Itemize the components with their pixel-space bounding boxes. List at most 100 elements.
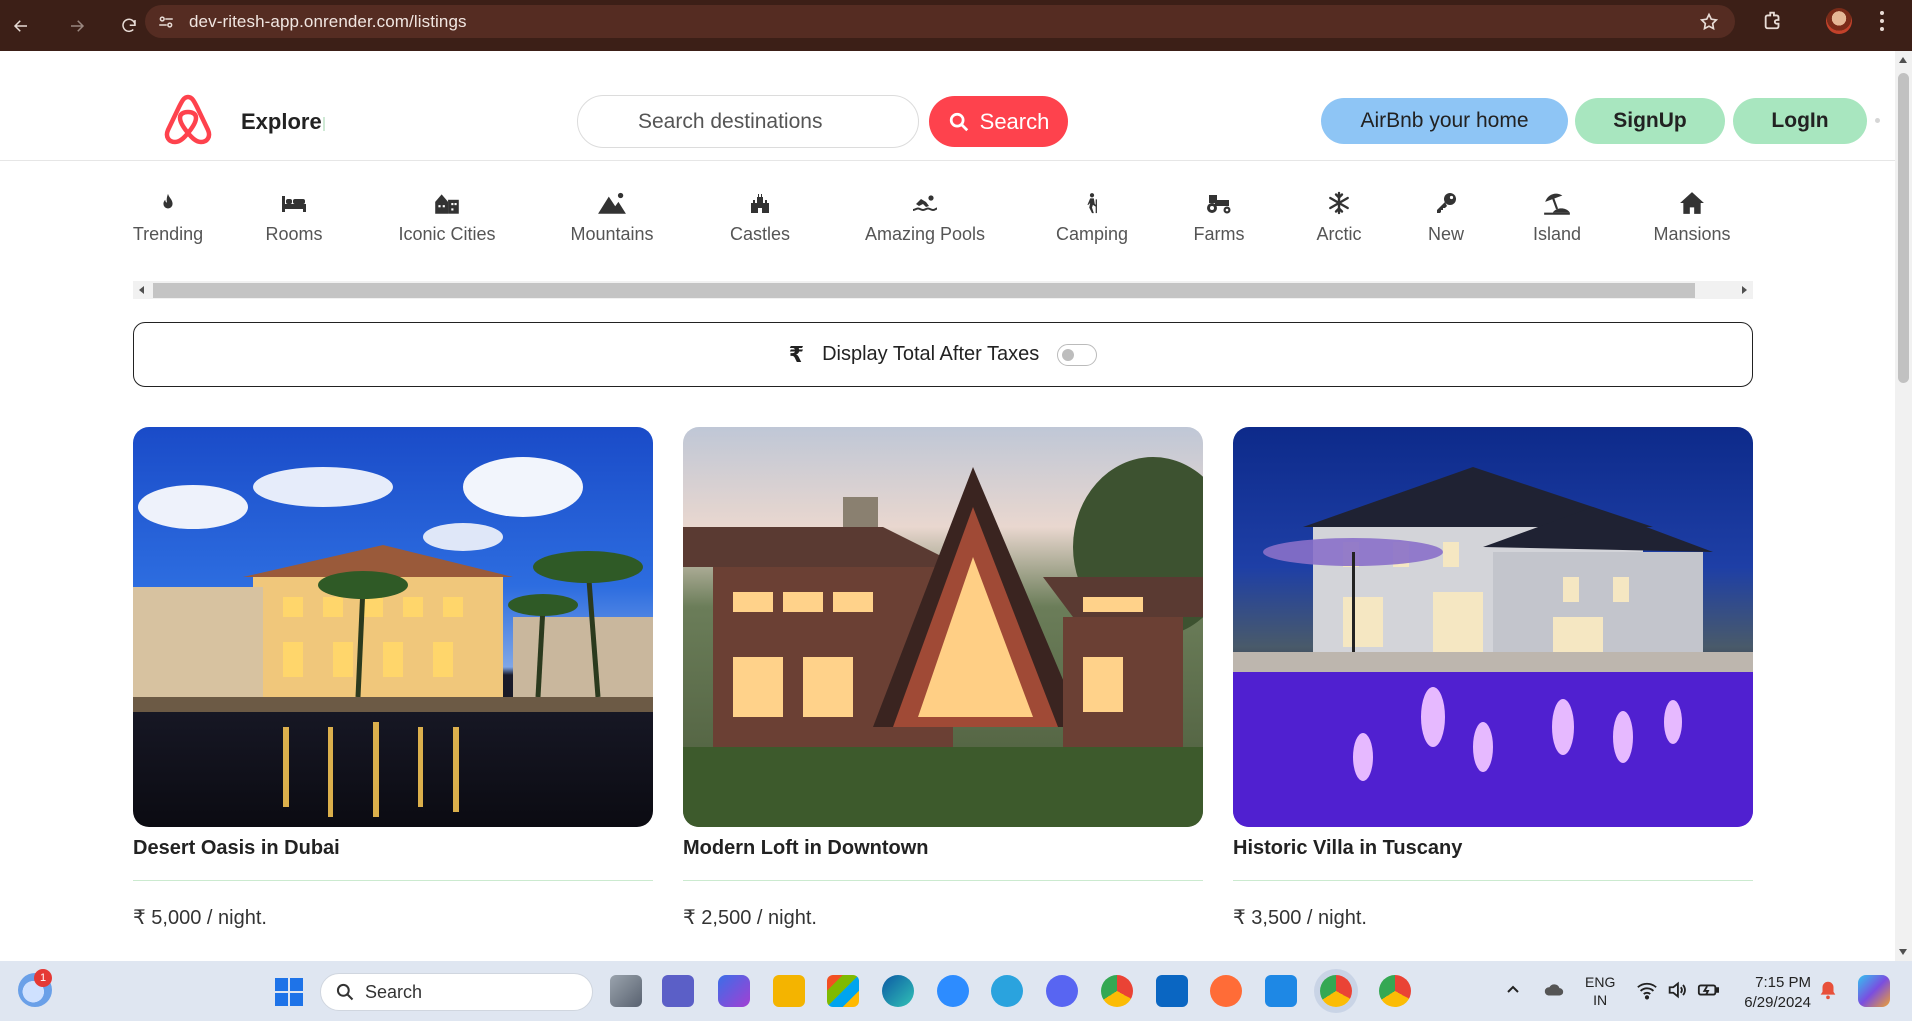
profile-avatar[interactable]	[1826, 8, 1852, 34]
system-clock[interactable]: 7:15 PM 6/29/2024	[1737, 973, 1811, 1013]
filter-label: Island	[1532, 224, 1582, 244]
scroll-up-arrow-icon[interactable]	[1899, 57, 1907, 63]
language-code: ENG	[1585, 974, 1616, 990]
listing-title[interactable]: Modern Loft in Downtown	[683, 837, 1203, 860]
battery-icon[interactable]	[1696, 979, 1720, 1001]
login-button[interactable]: LogIn	[1733, 98, 1867, 144]
scroll-right-arrow-icon[interactable]	[1742, 286, 1747, 294]
listing-title[interactable]: Desert Oasis in Dubai	[133, 837, 653, 860]
filter-label: New	[1427, 224, 1464, 244]
scroll-down-arrow-icon[interactable]	[1899, 949, 1907, 955]
listing-title[interactable]: Historic Villa in Tuscany	[1233, 837, 1753, 860]
zoom-icon[interactable]	[937, 975, 969, 1007]
filter-camping[interactable]: Camping	[1032, 178, 1152, 278]
filter-trending[interactable]: Trending	[112, 178, 224, 278]
filter-label: Amazing Pools	[864, 224, 986, 244]
listing-card[interactable]: Desert Oasis in Dubai ₹ 5,000 / night.	[133, 427, 653, 930]
filter-label: Camping	[1055, 224, 1129, 244]
card-divider	[133, 880, 653, 881]
city-icon	[432, 188, 462, 218]
page-vertical-scrollbar[interactable]	[1895, 51, 1912, 961]
filter-new[interactable]: New	[1406, 178, 1486, 278]
filter-label: Mansions	[1653, 224, 1731, 244]
chrome-active-icon[interactable]	[1320, 975, 1352, 1007]
filter-mansions[interactable]: Mansions	[1637, 178, 1747, 278]
filter-farms[interactable]: Farms	[1174, 178, 1264, 278]
hiker-icon	[1077, 188, 1107, 218]
filter-island[interactable]: Island	[1512, 178, 1602, 278]
microsoft-store-icon[interactable]	[827, 975, 859, 1007]
listing-image[interactable]	[1233, 427, 1753, 827]
teams-icon[interactable]	[662, 975, 694, 1007]
filter-label: Trending	[132, 224, 204, 244]
filter-arctic[interactable]: Arctic	[1294, 178, 1384, 278]
taskbar-search-box[interactable]: Search	[320, 973, 593, 1011]
listing-card[interactable]: Historic Villa in Tuscany ₹ 3,500 / nigh…	[1233, 427, 1753, 930]
explore-divider	[323, 117, 325, 131]
browser-menu-icon[interactable]	[1872, 9, 1892, 33]
signup-button[interactable]: SignUp	[1575, 98, 1725, 144]
filter-mountains[interactable]: Mountains	[552, 178, 672, 278]
postman-icon[interactable]	[1210, 975, 1242, 1007]
search-button[interactable]: Search	[929, 96, 1068, 147]
edge-icon[interactable]	[882, 975, 914, 1007]
wifi-icon[interactable]	[1636, 979, 1658, 1001]
bed-icon	[279, 188, 309, 218]
extensions-icon[interactable]	[1762, 9, 1784, 36]
reload-icon[interactable]	[114, 11, 144, 41]
listing-price: ₹ 3,500 / night.	[1233, 907, 1367, 929]
listings-page: Explore Search AirBnb your home SignUp L…	[0, 51, 1895, 961]
airbnb-your-home-button[interactable]: AirBnb your home	[1321, 98, 1568, 144]
chrome-icon[interactable]	[1101, 975, 1133, 1007]
filters-horizontal-scrollbar[interactable]	[133, 281, 1753, 299]
filter-label: Arctic	[1316, 224, 1362, 244]
chevron-up-icon[interactable]	[1505, 981, 1521, 997]
filter-label: Castles	[729, 224, 791, 244]
scrollbar-thumb[interactable]	[1898, 73, 1909, 383]
file-explorer-icon[interactable]	[773, 975, 805, 1007]
windows-start-icon[interactable]	[275, 978, 303, 1006]
tax-toggle-box: ₹ Display Total After Taxes	[133, 322, 1753, 387]
card-divider	[1233, 880, 1753, 881]
listing-card[interactable]: Modern Loft in Downtown ₹ 2,500 / night.	[683, 427, 1203, 930]
umbrella-beach-icon	[1542, 188, 1572, 218]
listing-image[interactable]	[133, 427, 653, 827]
chrome-profile-icon[interactable]	[1379, 975, 1411, 1007]
filter-amazing-pools[interactable]: Amazing Pools	[850, 178, 1000, 278]
filter-iconic-cities[interactable]: Iconic Cities	[382, 178, 512, 278]
airbnb-logo-icon[interactable]	[160, 91, 216, 147]
volume-icon[interactable]	[1666, 979, 1688, 1001]
onedrive-icon[interactable]	[1543, 979, 1565, 1001]
search-destinations-input[interactable]	[577, 95, 919, 148]
toggle-knob	[1062, 348, 1075, 361]
telegram-icon[interactable]	[991, 975, 1023, 1007]
site-settings-icon[interactable]	[155, 11, 177, 33]
overflow-dot	[1875, 118, 1880, 123]
vscode-icon[interactable]	[1265, 975, 1297, 1007]
scrollbar-thumb[interactable]	[153, 283, 1695, 298]
back-icon[interactable]	[6, 11, 36, 41]
copilot-pre-icon[interactable]	[1858, 975, 1890, 1007]
explore-link[interactable]: Explore	[241, 109, 322, 135]
notification-badge: 1	[34, 969, 52, 987]
bookmark-star-icon[interactable]	[1699, 12, 1719, 37]
filter-label: Iconic Cities	[398, 224, 496, 244]
filter-castles[interactable]: Castles	[710, 178, 810, 278]
forward-icon[interactable]	[62, 11, 92, 41]
filter-rooms[interactable]: Rooms	[244, 178, 344, 278]
clock-date: 6/29/2024	[1744, 994, 1811, 1011]
language-indicator[interactable]: ENG IN	[1585, 973, 1615, 1009]
task-view-icon[interactable]	[610, 975, 642, 1007]
listing-price: ₹ 2,500 / night.	[683, 907, 817, 929]
search-button-label: Search	[979, 108, 1050, 134]
rupee-icon: ₹	[788, 341, 805, 367]
filter-label: Rooms	[265, 224, 323, 244]
copilot-icon[interactable]	[718, 975, 750, 1007]
tax-toggle-switch[interactable]	[1057, 343, 1098, 366]
scroll-left-arrow-icon[interactable]	[139, 286, 144, 294]
notification-bell-icon[interactable]	[1817, 979, 1839, 1001]
address-bar[interactable]: dev-ritesh-app.onrender.com/listings	[145, 5, 1735, 38]
linkedin-icon[interactable]	[1156, 975, 1188, 1007]
listing-image[interactable]	[683, 427, 1203, 827]
discord-icon[interactable]	[1046, 975, 1078, 1007]
